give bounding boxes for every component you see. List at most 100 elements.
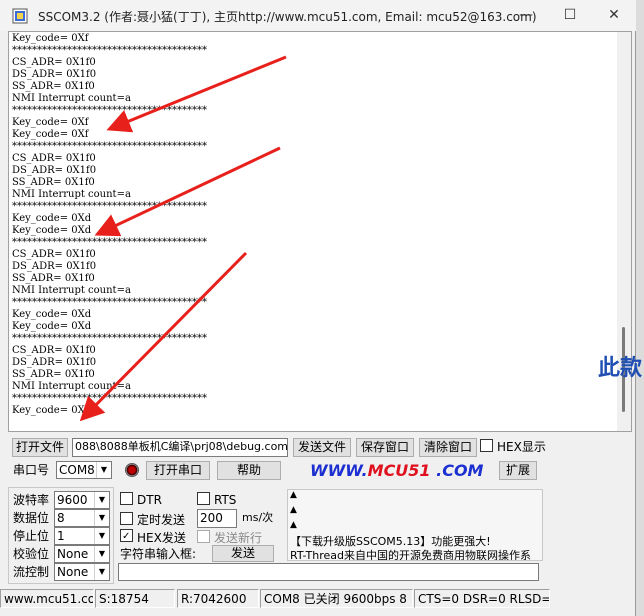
hex-send-label: HEX发送	[137, 531, 186, 545]
send-input[interactable]	[118, 563, 539, 581]
rts-label: RTS	[214, 493, 237, 507]
baud-label: 波特率	[13, 493, 50, 507]
timed-send-label: 定时发送	[137, 513, 186, 527]
status-bar: www.mcu51.cor S:18754 R:7042600 COM8 已关闭…	[0, 587, 636, 609]
expand-button[interactable]: 扩展	[499, 461, 537, 480]
side-overlay-text: 此款	[598, 356, 643, 381]
help-button[interactable]: 帮助	[217, 461, 281, 480]
dtr-label: DTR	[137, 493, 162, 507]
baud-select[interactable]: 9600 ▼	[54, 491, 110, 509]
terminal-line: Key_code= 0Xf	[12, 129, 89, 140]
app-icon	[12, 8, 28, 24]
maximize-button[interactable]: ☐	[548, 0, 592, 31]
status-signals: CTS=0 DSR=0 RLSD=0	[414, 589, 550, 608]
interval-input[interactable]: 200	[197, 509, 237, 528]
chevron-down-icon[interactable]: ▼	[94, 492, 109, 508]
databits-value: 8	[57, 511, 65, 525]
status-website[interactable]: www.mcu51.cor	[0, 589, 94, 608]
port-label: 串口号	[13, 463, 50, 477]
send-newline-check-icon[interactable]	[197, 530, 210, 543]
hex-display-label: HEX显示	[497, 440, 546, 454]
promo-line-2[interactable]: RT-Thread来自中国的开源免费商用物联网操作系	[288, 549, 542, 560]
hex-send-check-icon[interactable]	[120, 529, 133, 542]
minimize-button[interactable]: —	[504, 0, 548, 31]
terminal-line: ***************************************	[12, 105, 207, 116]
status-sent-count: S:18754	[95, 589, 175, 608]
input-label: 字符串输入框:	[120, 547, 197, 561]
terminal-line: DS_ADR= 0X1f0	[12, 357, 97, 368]
send-file-button[interactable]: 发送文件	[293, 438, 351, 457]
terminal-line: ***************************************	[12, 45, 207, 56]
stopbits-label: 停止位	[13, 529, 50, 543]
file-path-input[interactable]: 088\8088单板机C编译\prj08\debug.com	[72, 438, 288, 457]
flow-select[interactable]: None ▼	[54, 563, 110, 581]
terminal-line: SS_ADR= 0X1f0	[12, 81, 95, 92]
parity-value: None	[57, 547, 89, 561]
chevron-down-icon[interactable]: ▼	[94, 564, 109, 580]
terminal-line: ***************************************	[12, 237, 207, 248]
mcu51-logo[interactable]: WWW.MCU51 .COM	[310, 461, 483, 480]
window-title: SSCOM3.2 (作者:聂小猛(丁丁), 主页http://www.mcu51…	[38, 10, 537, 24]
rts-checkbox[interactable]: RTS	[197, 491, 236, 509]
terminal-line: Key_code= 0Xd	[12, 225, 92, 236]
terminal-line: Key_code= 0Xf	[12, 117, 89, 128]
promo-line-1[interactable]: 【下载升级版SSCOM5.13】功能更强大!	[288, 535, 542, 549]
chevron-down-icon[interactable]: ▼	[96, 462, 111, 478]
terminal-line: Key_code= 0Xf	[12, 405, 89, 416]
terminal-line: Key_code= 0Xd	[12, 309, 92, 320]
parity-label: 校验位	[13, 547, 50, 561]
terminal-line: ***************************************	[12, 141, 207, 152]
arrow-up-icon[interactable]: ▲	[288, 490, 542, 505]
open-file-button[interactable]: 打开文件	[12, 438, 68, 457]
open-port-button[interactable]: 打开串口	[146, 461, 210, 480]
databits-select[interactable]: 8 ▼	[54, 509, 110, 527]
arrow-up-icon[interactable]: ▲	[288, 520, 542, 535]
terminal-line: DS_ADR= 0X1f0	[12, 261, 97, 272]
send-newline-label: 发送新行	[214, 531, 263, 545]
port-select[interactable]: COM8 ▼	[56, 461, 112, 479]
rts-check-icon[interactable]	[197, 492, 210, 505]
send-button[interactable]: 发送	[212, 545, 274, 562]
title-bar: SSCOM3.2 (作者:聂小猛(丁丁), 主页http://www.mcu51…	[0, 0, 636, 31]
terminal-line: SS_ADR= 0X1f0	[12, 369, 95, 380]
baud-value: 9600	[57, 493, 88, 507]
dtr-checkbox[interactable]: DTR	[120, 491, 162, 509]
status-received-count: R:7042600	[177, 589, 259, 608]
chevron-down-icon[interactable]: ▼	[94, 510, 109, 526]
terminal-line: CS_ADR= 0X1f0	[12, 57, 96, 68]
parity-select[interactable]: None ▼	[54, 545, 110, 563]
terminal-line: Key_code= 0Xd	[12, 321, 92, 332]
terminal-line: Key_code= 0Xf	[12, 33, 89, 44]
promo-box[interactable]: ▲ ▲ ▲ 【下载升级版SSCOM5.13】功能更强大! RT-Thread来自…	[287, 489, 543, 561]
terminal-line: CS_ADR= 0X1f0	[12, 345, 96, 356]
timed-send-check-icon[interactable]	[120, 512, 133, 525]
clear-window-button[interactable]: 清除窗口	[419, 438, 477, 457]
timed-send-checkbox[interactable]: 定时发送	[120, 511, 185, 529]
hex-display-checkbox[interactable]: HEX显示	[480, 438, 546, 456]
logo-mid: MCU51	[367, 461, 431, 480]
terminal-line: ***************************************	[12, 393, 207, 404]
hex-display-check-icon[interactable]	[480, 439, 493, 452]
terminal-line: SS_ADR= 0X1f0	[12, 177, 95, 188]
terminal-line: NMI Interrupt count=a	[12, 285, 131, 296]
terminal-line: NMI Interrupt count=a	[12, 189, 131, 200]
close-button[interactable]: ✕	[592, 0, 636, 31]
interval-unit: ms/次	[242, 511, 274, 524]
save-window-button[interactable]: 保存窗口	[356, 438, 414, 457]
flow-value: None	[57, 565, 89, 579]
stopbits-select[interactable]: 1 ▼	[54, 527, 110, 545]
terminal-line: NMI Interrupt count=a	[12, 381, 131, 392]
arrow-up-icon[interactable]: ▲	[288, 505, 542, 520]
terminal-line: CS_ADR= 0X1f0	[12, 153, 96, 164]
terminal-line: SS_ADR= 0X1f0	[12, 273, 95, 284]
terminal-line: ***************************************	[12, 297, 207, 308]
receive-terminal[interactable]: Key_code= 0Xf ***************************…	[8, 31, 632, 432]
terminal-line: NMI Interrupt count=a	[12, 93, 131, 104]
logo-left: WWW.	[310, 461, 368, 480]
chevron-down-icon[interactable]: ▼	[94, 528, 109, 544]
logo-right: .COM	[430, 461, 484, 480]
port-status-led-icon	[125, 463, 139, 477]
terminal-line: DS_ADR= 0X1f0	[12, 165, 97, 176]
chevron-down-icon[interactable]: ▼	[94, 546, 109, 562]
dtr-check-icon[interactable]	[120, 492, 133, 505]
